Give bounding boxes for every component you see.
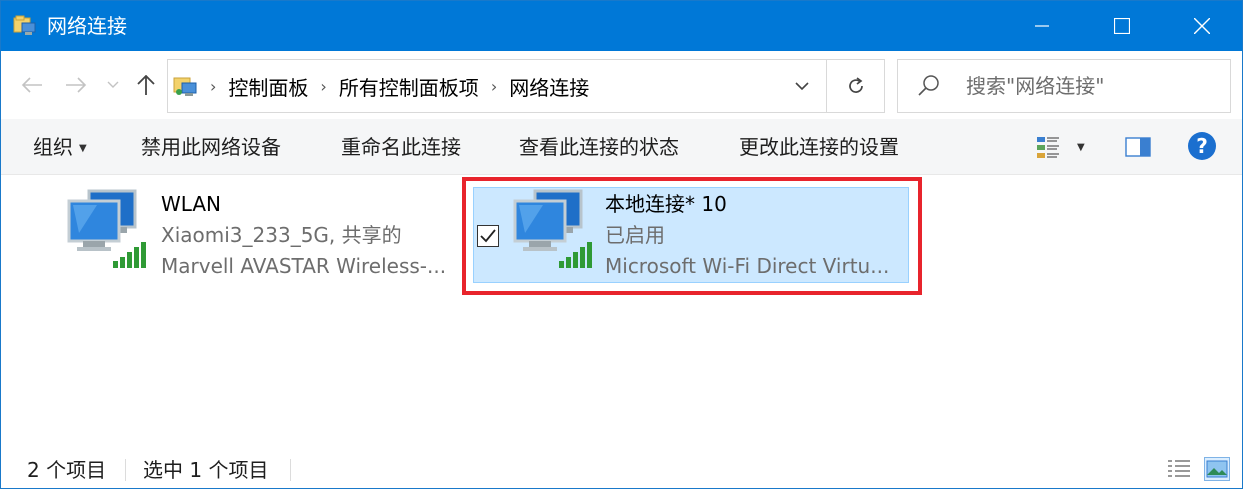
command-bar: 组织 ▼ 禁用此网络设备 重命名此连接 查看此连接的状态 更改此连接的设置 ▼ [1, 119, 1242, 175]
close-icon [1194, 18, 1210, 34]
organize-button[interactable]: 组织 ▼ [33, 134, 87, 162]
chevron-right-icon: › [320, 76, 327, 96]
search-input[interactable] [966, 72, 1216, 100]
arrow-right-icon [66, 77, 87, 93]
status-selected-count: 选中 1 个项目 [143, 458, 269, 482]
recent-locations-button[interactable] [101, 65, 125, 105]
connection-item-wlan[interactable]: WLAN Xiaomi3_233_5G, 共享的 Marvell AVASTAR… [67, 187, 467, 283]
chevron-right-icon: › [210, 76, 217, 96]
address-dropdown-button[interactable] [778, 60, 826, 112]
network-connection-icon [67, 189, 146, 268]
caret-down-icon: ▼ [1077, 141, 1085, 153]
disable-device-button[interactable]: 禁用此网络设备 [141, 134, 281, 160]
network-connection-icon [513, 189, 592, 268]
connection-status: 已启用 [605, 223, 665, 247]
search-box[interactable] [897, 59, 1231, 113]
title-bar[interactable]: 网络连接 [1, 1, 1242, 51]
up-button[interactable] [133, 65, 159, 105]
minimize-icon [1035, 25, 1049, 27]
folder-network-icon [13, 15, 36, 35]
status-item-count: 2 个项目 [27, 458, 107, 482]
large-icons-view-icon [1206, 460, 1228, 478]
change-view-button[interactable] [1035, 131, 1063, 163]
rename-connection-button[interactable]: 重命名此连接 [341, 134, 461, 160]
chevron-down-icon [107, 81, 119, 88]
forward-button[interactable] [61, 65, 91, 105]
maximize-icon [1114, 18, 1130, 34]
connection-adapter: Microsoft Wi-Fi Direct Virtu... [605, 254, 890, 278]
view-dropdown-button[interactable]: ▼ [1077, 131, 1085, 163]
details-view-icon [1168, 460, 1190, 477]
large-icons-view-button[interactable] [1204, 457, 1230, 481]
search-icon [918, 75, 939, 96]
breadcrumb-all-items[interactable]: 所有控制面板项 [339, 72, 479, 101]
connection-network: Xiaomi3_233_5G, 共享的 [161, 223, 402, 247]
preview-pane-icon [1125, 137, 1151, 157]
view-options-icon [1037, 137, 1059, 158]
close-button[interactable] [1162, 1, 1242, 51]
arrow-up-icon [137, 75, 155, 95]
window-title: 网络连接 [47, 14, 127, 38]
status-divider [125, 459, 126, 481]
status-divider [290, 459, 291, 481]
breadcrumb-network-connections[interactable]: 网络连接 [509, 72, 589, 101]
refresh-button[interactable] [826, 60, 884, 112]
control-panel-icon [173, 77, 197, 96]
chevron-right-icon: › [490, 76, 498, 96]
address-bar[interactable]: › 控制面板 › 所有控制面板项 › 网络连接 [167, 59, 885, 113]
chevron-down-icon [795, 81, 809, 90]
item-checkbox[interactable] [477, 225, 499, 247]
network-connections-window: 网络连接 › 控制面板 › 所有控制面板项 › 网络连接 搜索"网络连接" 组织… [0, 0, 1243, 489]
breadcrumb-control-panel[interactable]: 控制面板 [228, 72, 308, 101]
breadcrumb: › 控制面板 › 所有控制面板项 › 网络连接 [208, 60, 599, 112]
caret-down-icon: ▼ [79, 142, 87, 154]
change-settings-button[interactable]: 更改此连接的设置 [739, 134, 899, 160]
organize-label: 组织 [33, 135, 73, 159]
refresh-icon [848, 77, 863, 93]
maximize-button[interactable] [1082, 1, 1162, 51]
connection-name: WLAN [161, 192, 222, 216]
help-button[interactable]: ? [1188, 132, 1216, 160]
minimize-button[interactable] [1002, 1, 1082, 51]
preview-pane-button[interactable] [1125, 131, 1151, 163]
back-button[interactable] [17, 65, 47, 105]
checkmark-icon [480, 229, 496, 243]
connection-item-local-10[interactable]: 本地连接* 10 已启用 Microsoft Wi-Fi Direct Virt… [513, 187, 909, 283]
help-icon: ? [1196, 134, 1208, 158]
details-view-button[interactable] [1166, 457, 1192, 481]
connection-adapter: Marvell AVASTAR Wireless-... [161, 254, 447, 278]
connection-name: 本地连接* 10 [605, 192, 727, 216]
view-status-button[interactable]: 查看此连接的状态 [519, 134, 679, 160]
arrow-left-icon [21, 77, 42, 93]
